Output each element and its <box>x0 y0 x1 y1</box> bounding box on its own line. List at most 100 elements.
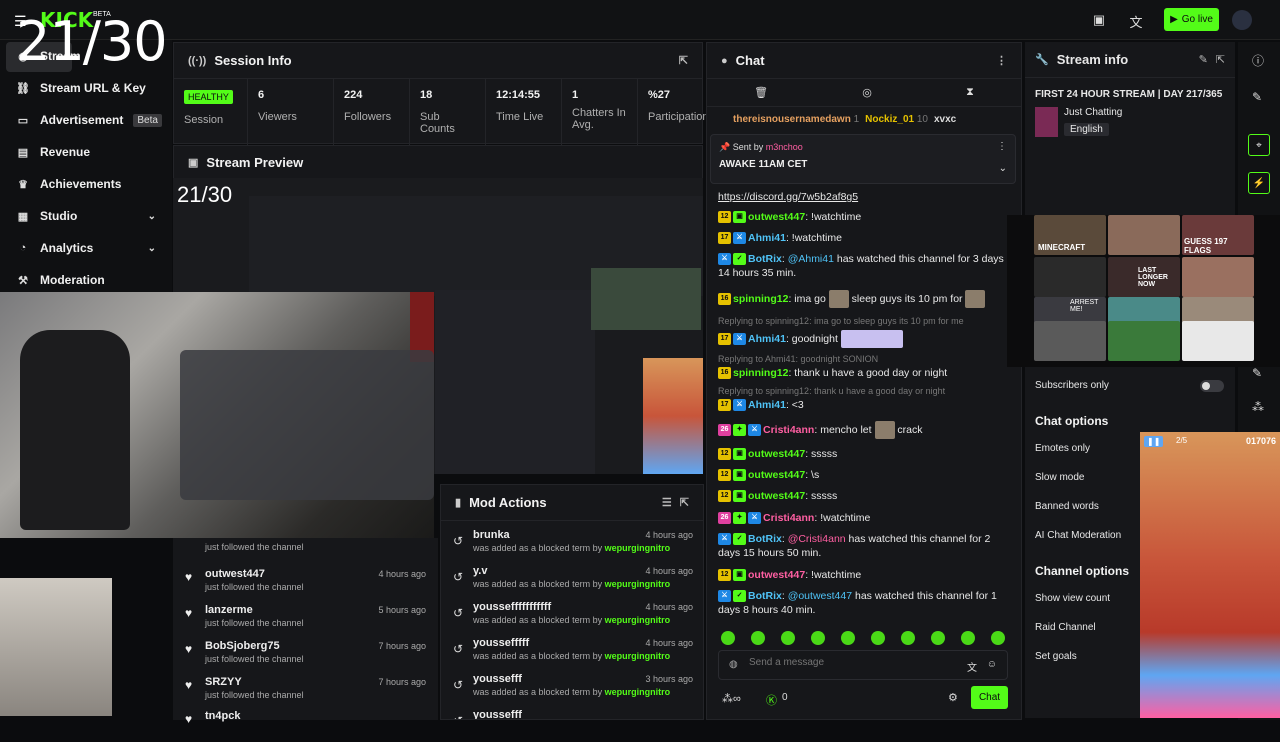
sidebar-item-achievements[interactable]: ♛ Achievements <box>0 168 172 200</box>
follower-name[interactable]: SRZYY <box>205 676 242 688</box>
emote-icon[interactable] <box>871 631 885 645</box>
popout-icon[interactable]: ⇱ <box>1216 53 1225 66</box>
chat-username[interactable]: BotRix <box>748 253 782 265</box>
chat-username[interactable]: BotRix <box>748 533 782 545</box>
community-icon[interactable]: ⁂ <box>1252 400 1264 414</box>
undo-icon[interactable]: ↺ <box>453 678 463 692</box>
chat-send-button[interactable]: Chat <box>971 686 1008 709</box>
chat-username[interactable]: outwest447 <box>748 569 805 581</box>
gear-icon[interactable]: ⚙ <box>948 691 958 704</box>
sidebar-item-studio[interactable]: ▦ Studio ⌄ <box>0 200 172 232</box>
emote-icon[interactable] <box>991 631 1005 645</box>
option-banned-words[interactable]: Banned words <box>1035 501 1099 512</box>
chat-username[interactable]: outwest447 <box>748 211 805 223</box>
discord-link[interactable]: https://discord.gg/7w5b2af8g5 <box>718 191 858 203</box>
target-icon[interactable]: ⌖ <box>1248 134 1270 156</box>
emote-icon[interactable] <box>721 631 735 645</box>
chat-username[interactable]: Cristi4ann <box>763 512 814 524</box>
emote-icon[interactable] <box>931 631 945 645</box>
chat-input[interactable]: ◍ 文 ☺ <box>718 650 1008 680</box>
sidebar-item-advertisement[interactable]: ▭ Advertisement Beta <box>0 104 172 136</box>
avatar[interactable] <box>1232 10 1252 30</box>
undo-icon[interactable]: ↺ <box>453 606 463 620</box>
subscribers-only-toggle[interactable] <box>1200 380 1224 392</box>
emoji-icon[interactable]: ☺ <box>987 659 997 670</box>
chat-mention[interactable]: @Ahmi41 <box>788 253 834 265</box>
chat-username[interactable]: Ahmi41 <box>748 399 786 411</box>
translate-icon[interactable]: 文 <box>1128 12 1144 30</box>
emote-icon[interactable] <box>961 631 975 645</box>
chat-username[interactable]: outwest447 <box>748 448 805 460</box>
broadcast-icon[interactable]: ▣ <box>1091 12 1107 28</box>
chat-username[interactable]: BotRix <box>748 590 782 602</box>
follower-name[interactable]: BobSjoberg75 <box>205 640 280 652</box>
chat-username[interactable]: spinning12 <box>733 293 788 305</box>
info-icon[interactable]: ⓘ <box>1252 52 1264 69</box>
translate-icon[interactable]: 文 <box>967 659 977 674</box>
stat-value: 224 <box>344 89 363 101</box>
mod-badge: ⚔ <box>748 424 761 436</box>
option-slow-mode[interactable]: Slow mode <box>1035 472 1084 483</box>
lightning-icon[interactable]: ⚡ <box>1248 172 1270 194</box>
undo-icon[interactable]: ↺ <box>453 570 463 584</box>
follower-name[interactable]: tn4pck <box>205 710 240 722</box>
pinned-message[interactable]: 📌 Sent by m3nchoo AWAKE 11AM CET ⋮ ⌄ <box>710 134 1016 184</box>
emote-icon[interactable] <box>751 631 765 645</box>
pencil-icon[interactable]: ✎ <box>1252 90 1262 104</box>
follower-name[interactable]: lanzerme <box>205 604 253 616</box>
chat-message-field[interactable] <box>749 657 949 668</box>
chat-mention[interactable]: @Cristi4ann <box>788 533 846 545</box>
hourglass-icon[interactable]: ⧗ <box>966 86 974 99</box>
trash-icon[interactable]: 🗑 <box>754 86 768 99</box>
sidebar-item-revenue[interactable]: ▤ Revenue <box>0 136 172 168</box>
chat-username[interactable]: spinning12 <box>733 367 788 379</box>
emote-icon[interactable] <box>781 631 795 645</box>
mod-by[interactable]: wepurgingnitro <box>605 651 671 661</box>
follower-name[interactable]: outwest447 <box>205 568 265 580</box>
chat-username[interactable]: Cristi4ann <box>763 424 814 436</box>
sidebar-item-analytics[interactable]: ◔ Analytics ⌄ <box>0 232 172 264</box>
chat-username[interactable]: Ahmi41 <box>748 232 786 244</box>
mod-by[interactable]: wepurgingnitro <box>605 687 671 697</box>
mod-by[interactable]: wepurgingnitro <box>605 543 671 553</box>
more-icon[interactable]: ⋮ <box>996 54 1007 67</box>
filter-icon[interactable]: ☰ <box>662 496 672 509</box>
emote-icon[interactable] <box>901 631 915 645</box>
option-show-view-count[interactable]: Show view count <box>1035 593 1110 604</box>
chevron-down-icon[interactable]: ⌄ <box>999 163 1007 174</box>
chat-username[interactable]: outwest447 <box>748 490 805 502</box>
sidebar-item-label: Moderation <box>40 273 105 287</box>
category-name[interactable]: Just Chatting <box>1064 107 1122 118</box>
popout-icon[interactable]: ⇱ <box>679 54 688 67</box>
undo-icon[interactable]: ↺ <box>453 534 463 548</box>
panel-title: Chat <box>735 53 765 68</box>
top-chatter-3[interactable]: xvxc <box>934 114 956 125</box>
undo-icon[interactable]: ↺ <box>453 642 463 656</box>
chat-username[interactable]: outwest447 <box>748 469 805 481</box>
chat-username[interactable]: Ahmi41 <box>748 333 786 345</box>
chat-mention[interactable]: @outwest447 <box>788 590 852 602</box>
list-item: ↺ y.v was added as a blocked term by wepur… <box>441 561 703 597</box>
mod-by[interactable]: wepurgingnitro <box>605 579 671 589</box>
mod-sub-text: was added as a blocked term by <box>473 651 603 661</box>
more-icon[interactable]: ⋮ <box>997 141 1007 152</box>
sidebar-item-stream-url[interactable]: ⛓ Stream URL & Key <box>0 72 172 104</box>
community-icon[interactable]: ⁂∞ <box>722 692 741 705</box>
top-chatter-1[interactable]: thereisnousernamedawn 1 <box>733 114 859 125</box>
top-chatter-2[interactable]: Nockiz_01 10 <box>865 114 928 125</box>
popout-icon[interactable]: ⇱ <box>680 496 689 509</box>
go-live-button[interactable]: ▶ Go live <box>1164 8 1219 31</box>
chat-icon[interactable]: ◎ <box>862 86 872 99</box>
category-image <box>1035 107 1058 137</box>
pencil-icon[interactable]: ✎ <box>1252 366 1262 380</box>
option-ai-moderation[interactable]: AI Chat Moderation <box>1035 530 1121 541</box>
option-set-goals[interactable]: Set goals <box>1035 651 1077 662</box>
mod-by[interactable]: wepurgingnitro <box>605 615 671 625</box>
option-emotes-only[interactable]: Emotes only <box>1035 443 1090 454</box>
option-raid-channel[interactable]: Raid Channel <box>1035 622 1096 633</box>
emote-icon[interactable] <box>841 631 855 645</box>
undo-icon[interactable]: ↺ <box>453 714 463 719</box>
emote-icon[interactable] <box>811 631 825 645</box>
sub-badge: 26 <box>718 512 731 525</box>
edit-icon[interactable]: ✎ <box>1199 53 1208 66</box>
